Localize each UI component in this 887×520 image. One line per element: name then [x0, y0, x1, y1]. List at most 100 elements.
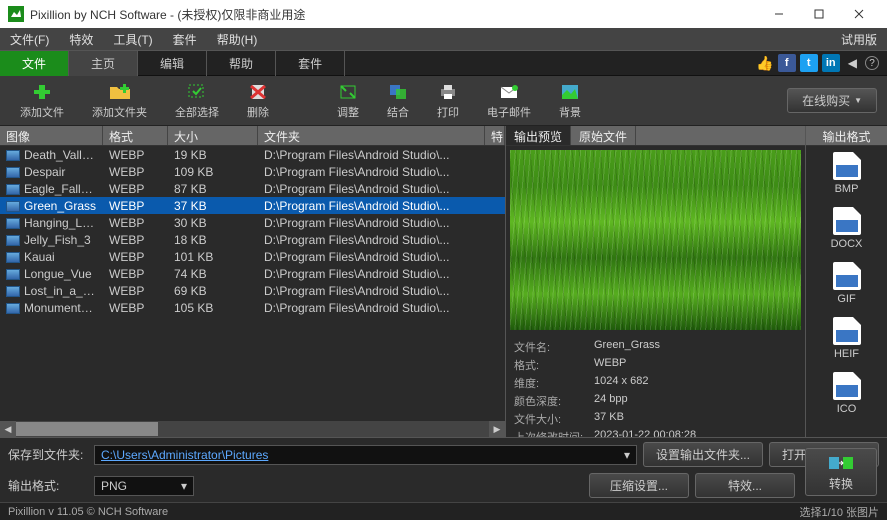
compression-settings-button[interactable]: 压缩设置... [589, 473, 689, 498]
scroll-thumb[interactable] [16, 422, 158, 436]
save-to-label: 保存到文件夹: [8, 446, 88, 463]
minimize-button[interactable] [759, 0, 799, 28]
meta-filename-value: Green_Grass [594, 339, 660, 355]
table-row[interactable]: Death_Valley_...WEBP19 KBD:\Program File… [0, 146, 505, 163]
select-all-button[interactable]: 全部选择 [161, 79, 233, 123]
file-metadata: 文件名:Green_Grass 格式:WEBP 维度:1024 x 682 颜色… [506, 334, 805, 450]
preview-image [510, 150, 801, 330]
tab-original-file[interactable]: 原始文件 [571, 126, 636, 145]
format-item[interactable]: DOCX [806, 201, 887, 256]
format-item[interactable]: GIF [806, 256, 887, 311]
chevron-down-icon: ▾ [181, 479, 187, 493]
table-row[interactable]: KauaiWEBP101 KBD:\Program Files\Android … [0, 248, 505, 265]
chevron-down-icon[interactable]: ▾ [624, 448, 630, 462]
table-row[interactable]: Jelly_Fish_3WEBP18 KBD:\Program Files\An… [0, 231, 505, 248]
email-icon [498, 82, 520, 102]
buy-button[interactable]: 在线购买 ▼ [787, 88, 877, 113]
twitter-icon[interactable]: t [800, 54, 818, 72]
delete-button[interactable]: 删除 [233, 79, 283, 123]
tab-home[interactable]: 主页 [69, 51, 138, 76]
table-row[interactable]: Lost_in_a_FieldWEBP69 KBD:\Program Files… [0, 282, 505, 299]
table-row[interactable]: Green_GrassWEBP37 KBD:\Program Files\And… [0, 197, 505, 214]
chevron-down-icon: ▼ [854, 96, 862, 105]
trial-label[interactable]: 试用版 [831, 28, 887, 51]
save-path-input[interactable]: C:\Users\Administrator\Pictures ▾ [94, 445, 637, 465]
thumbs-up-icon[interactable]: 👍 [756, 55, 773, 72]
th-special[interactable]: 特 [485, 126, 505, 145]
output-format-select[interactable]: PNG ▾ [94, 476, 194, 496]
convert-button[interactable]: 转换 [805, 448, 877, 496]
image-icon [6, 167, 20, 178]
add-folder-button[interactable]: 添加文件夹 [78, 79, 161, 123]
tab-help[interactable]: 帮助 [207, 51, 276, 76]
formats-list[interactable]: BMPDOCXGIFHEIFICO [806, 146, 887, 437]
set-output-folder-button[interactable]: 设置输出文件夹... [643, 442, 763, 467]
chevron-left-icon[interactable]: ◀ [844, 56, 861, 70]
tab-edit[interactable]: 编辑 [138, 51, 207, 76]
image-icon [6, 269, 20, 280]
delete-icon [247, 82, 269, 102]
tab-file[interactable]: 文件 [0, 51, 69, 76]
meta-dims-value: 1024 x 682 [594, 375, 648, 391]
email-button[interactable]: 电子邮件 [473, 79, 545, 123]
menubar: 文件(F) 特效 工具(T) 套件 帮助(H) 试用版 [0, 28, 887, 50]
print-button[interactable]: 打印 [423, 79, 473, 123]
background-icon [559, 82, 581, 102]
output-format-label: 输出格式: [8, 477, 88, 494]
linkedin-icon[interactable]: in [822, 54, 840, 72]
image-icon [6, 252, 20, 263]
table-row[interactable]: Hanging_LeafWEBP30 KBD:\Program Files\An… [0, 214, 505, 231]
tabbar: 文件 主页 编辑 帮助 套件 👍 f t in ◀ ? [0, 50, 887, 76]
menu-help[interactable]: 帮助(H) [207, 28, 268, 51]
help-icon[interactable]: ? [865, 56, 879, 70]
format-item[interactable]: BMP [806, 146, 887, 201]
image-icon [6, 218, 20, 229]
preview-tabs: 输出预览 原始文件 [506, 126, 805, 146]
file-list[interactable]: Death_Valley_...WEBP19 KBD:\Program File… [0, 146, 505, 421]
scroll-right-button[interactable]: ▶ [489, 421, 505, 437]
menu-file[interactable]: 文件(F) [0, 28, 59, 51]
meta-filename-label: 文件名: [514, 339, 594, 355]
menu-suite[interactable]: 套件 [163, 28, 207, 51]
horizontal-scrollbar[interactable]: ◀ ▶ [0, 421, 505, 437]
adjust-button[interactable]: 调整 [323, 79, 373, 123]
select-all-icon [186, 82, 208, 102]
table-row[interactable]: Eagle_Fall_Su...WEBP87 KBD:\Program File… [0, 180, 505, 197]
app-icon [8, 6, 24, 22]
combine-icon [387, 82, 409, 102]
th-size[interactable]: 大小 [168, 126, 258, 145]
combine-button[interactable]: 结合 [373, 79, 423, 123]
file-type-icon [833, 152, 861, 180]
background-button[interactable]: 背景 [545, 79, 595, 123]
formats-header: 输出格式 [806, 126, 887, 146]
scroll-left-button[interactable]: ◀ [0, 421, 16, 437]
effects-button[interactable]: 特效... [695, 473, 795, 498]
window-title: Pixillion by NCH Software - (未授权)仅限非商业用途 [30, 6, 759, 23]
format-item[interactable]: HEIF [806, 311, 887, 366]
table-header: 图像 格式 大小 文件夹 特 [0, 126, 505, 146]
meta-fsize-label: 文件大小: [514, 411, 594, 427]
file-type-icon [833, 372, 861, 400]
image-icon [6, 184, 20, 195]
th-folder[interactable]: 文件夹 [258, 126, 485, 145]
toolbar: 添加文件 添加文件夹 全部选择 删除 调整 结合 打印 电子邮件 背景 在线购买… [0, 76, 887, 126]
menu-effects[interactable]: 特效 [59, 28, 103, 51]
image-icon [6, 235, 20, 246]
maximize-button[interactable] [799, 0, 839, 28]
table-row[interactable]: Monument_Va...WEBP105 KBD:\Program Files… [0, 299, 505, 316]
menu-tools[interactable]: 工具(T) [103, 28, 162, 51]
tab-output-preview[interactable]: 输出预览 [506, 126, 571, 145]
facebook-icon[interactable]: f [778, 54, 796, 72]
status-bar: Pixillion v 11.05 © NCH Software 选择1/10 … [0, 502, 887, 520]
add-file-button[interactable]: 添加文件 [6, 79, 78, 123]
table-row[interactable]: Longue_VueWEBP74 KBD:\Program Files\Andr… [0, 265, 505, 282]
image-icon [6, 286, 20, 297]
tab-suite[interactable]: 套件 [276, 51, 345, 76]
th-image[interactable]: 图像 [0, 126, 103, 145]
format-item[interactable]: ICO [806, 366, 887, 421]
th-format[interactable]: 格式 [103, 126, 168, 145]
close-button[interactable] [839, 0, 879, 28]
meta-depth-value: 24 bpp [594, 393, 628, 409]
convert-icon [828, 453, 854, 473]
table-row[interactable]: DespairWEBP109 KBD:\Program Files\Androi… [0, 163, 505, 180]
